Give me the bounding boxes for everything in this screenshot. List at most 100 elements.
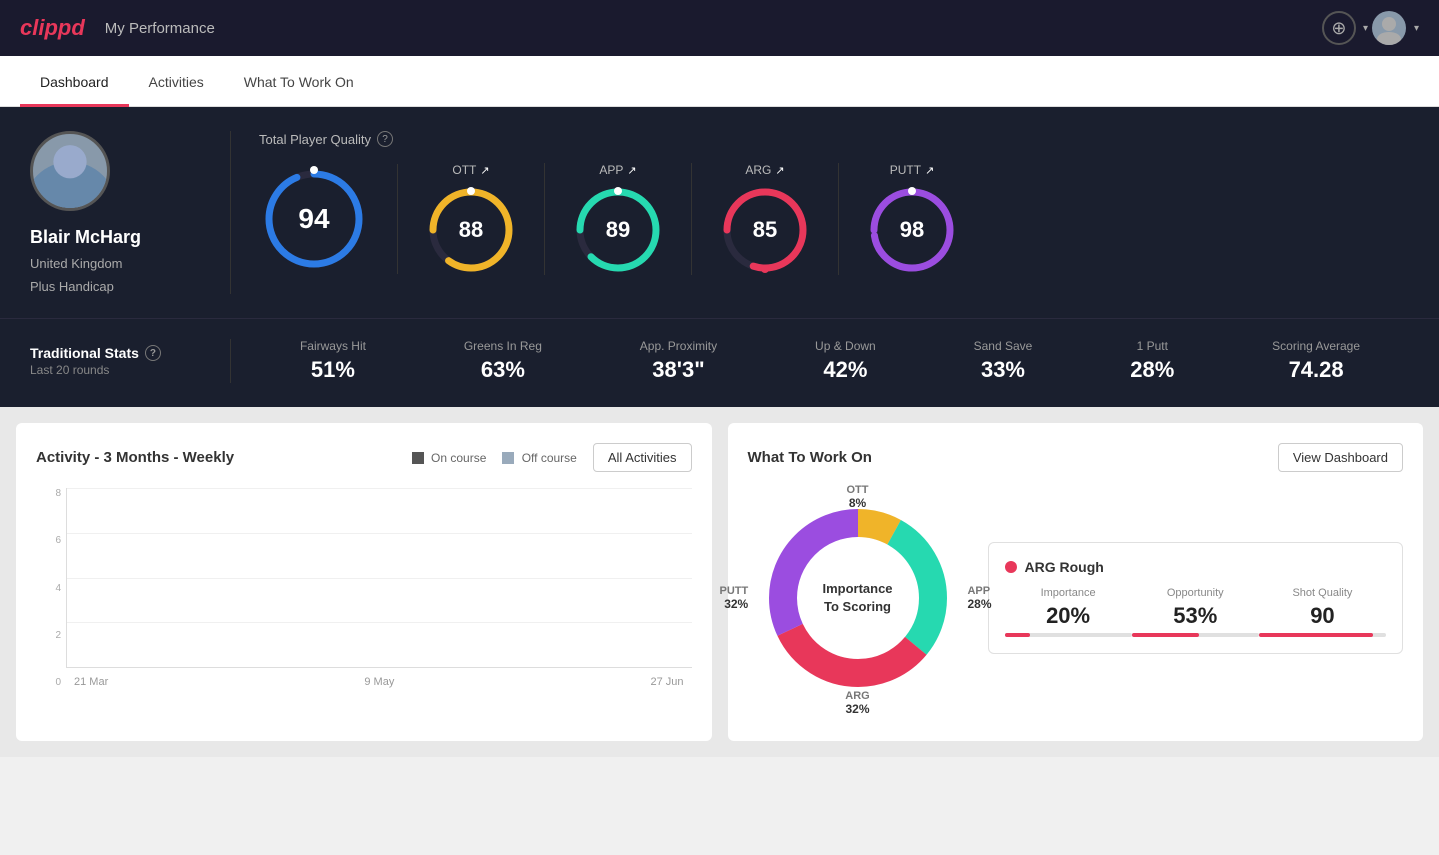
app-trend-icon: ↗ <box>627 164 636 177</box>
user-menu[interactable]: ▾ <box>1372 11 1419 45</box>
header-title: My Performance <box>105 20 215 37</box>
chart-x-labels: 21 Mar 9 May 27 Jun <box>66 676 692 688</box>
grid-line-6 <box>67 533 692 534</box>
app-value: 89 <box>606 217 630 243</box>
trad-stats-label: Traditional Stats ? Last 20 rounds <box>30 345 230 377</box>
arg-value: 85 <box>753 217 777 243</box>
putt-value: 98 <box>900 217 924 243</box>
app-donut-label: APP 28% <box>967 585 991 611</box>
arg-dot <box>761 265 769 273</box>
stat-updown: Up & Down 42% <box>815 339 876 383</box>
header-right: ⊕ ▾ <box>1322 11 1419 45</box>
player-name: Blair McHarg <box>30 227 141 248</box>
legend-offcourse-swatch <box>502 452 514 464</box>
trad-period: Last 20 rounds <box>30 363 230 377</box>
logo: clippd <box>20 15 85 41</box>
add-button[interactable]: ⊕ <box>1322 11 1356 45</box>
work-on-content: Importance To Scoring OTT 8% APP 28% ARG <box>748 488 1404 708</box>
player-info: Blair McHarg United Kingdom Plus Handica… <box>30 131 230 294</box>
donut-chart: Importance To Scoring OTT 8% APP 28% ARG <box>748 488 968 708</box>
tab-what-to-work-on[interactable]: What To Work On <box>224 56 374 107</box>
chart-inner: 0 2 4 6 8 21 Mar <box>36 488 692 688</box>
header-left: clippd My Performance <box>20 15 215 41</box>
arg-donut-label: ARG 32% <box>845 690 869 716</box>
work-stat-opportunity: Opportunity 53% <box>1132 587 1259 637</box>
arg-circle: 85 <box>720 185 810 275</box>
shotquality-bar-fill <box>1259 633 1373 637</box>
grid-line-8 <box>67 488 692 489</box>
arg-label: ARG ↗ <box>745 163 784 177</box>
stat-fairways: Fairways Hit 51% <box>300 339 366 383</box>
tabs-bar: Dashboard Activities What To Work On <box>0 56 1439 107</box>
activity-legend: On course Off course <box>412 451 577 465</box>
grid-line-4 <box>67 578 692 579</box>
ott-donut-label: OTT 8% <box>847 484 869 510</box>
work-detail-card: ARG Rough Importance 20% Opportunity 53% <box>988 542 1404 654</box>
arg-score-card: ARG ↗ 85 <box>692 163 839 275</box>
work-stat-importance: Importance 20% <box>1005 587 1132 637</box>
work-stat-shotquality: Shot Quality 90 <box>1259 587 1386 637</box>
ott-trend-icon: ↗ <box>480 164 489 177</box>
stat-greens: Greens In Reg 63% <box>464 339 542 383</box>
trad-help-icon[interactable]: ? <box>145 345 161 361</box>
work-on-header: What To Work On View Dashboard <box>748 443 1404 472</box>
putt-donut-label: PUTT 32% <box>720 585 749 611</box>
activity-panel: Activity - 3 Months - Weekly On course O… <box>16 423 712 741</box>
activity-title: Activity - 3 Months - Weekly <box>36 449 234 466</box>
work-dot <box>1005 561 1017 573</box>
donut-center-text: Importance To Scoring <box>822 580 892 616</box>
header: clippd My Performance ⊕ ▾ <box>0 0 1439 56</box>
stat-sandsave: Sand Save 33% <box>974 339 1033 383</box>
arg-trend-icon: ↗ <box>775 164 784 177</box>
score-cards: 94 OTT ↗ 88 <box>259 163 1409 275</box>
work-card-title: ARG Rough <box>1005 559 1387 575</box>
tab-dashboard[interactable]: Dashboard <box>20 56 129 107</box>
work-on-title: What To Work On <box>748 449 872 466</box>
stat-items: Fairways Hit 51% Greens In Reg 63% App. … <box>230 339 1409 383</box>
tpq-score-card: 94 <box>259 164 398 274</box>
ott-dot <box>467 187 475 195</box>
chart-y-labels: 0 2 4 6 8 <box>36 488 61 688</box>
view-dashboard-button[interactable]: View Dashboard <box>1278 443 1403 472</box>
tpq-help-icon[interactable]: ? <box>377 131 393 147</box>
avatar <box>1372 11 1406 45</box>
importance-bar-fill <box>1005 633 1030 637</box>
putt-trend-icon: ↗ <box>925 164 934 177</box>
app-label: APP ↗ <box>599 163 636 177</box>
shotquality-bar-bg <box>1259 633 1386 637</box>
stat-oneputt: 1 Putt 28% <box>1130 339 1174 383</box>
work-on-panel: What To Work On View Dashboard <box>728 423 1424 741</box>
tpq-value: 94 <box>298 203 329 235</box>
tpq-circle: 94 <box>259 164 369 274</box>
chevron-down-icon: ▾ <box>1414 23 1419 34</box>
putt-score-card: PUTT ↗ 98 <box>839 163 985 275</box>
ott-score-card: OTT ↗ 88 <box>398 163 545 275</box>
app-score-card: APP ↗ 89 <box>545 163 692 275</box>
bar-chart: 0 2 4 6 8 21 Mar <box>36 488 692 708</box>
grid-line-2 <box>67 622 692 623</box>
plus-icon: ⊕ <box>1331 18 1346 39</box>
importance-bar-bg <box>1005 633 1132 637</box>
chart-frame <box>66 488 692 668</box>
legend-oncourse-swatch <box>412 452 424 464</box>
bottom-panels: Activity - 3 Months - Weekly On course O… <box>0 407 1439 757</box>
stat-proximity: App. Proximity 38'3" <box>640 339 717 383</box>
activity-controls: On course Off course All Activities <box>412 443 692 472</box>
player-avatar <box>30 131 110 211</box>
stat-scoring: Scoring Average 74.28 <box>1272 339 1360 383</box>
tpq-label: Total Player Quality ? <box>259 131 1409 147</box>
hero-section: Blair McHarg United Kingdom Plus Handica… <box>0 107 1439 318</box>
putt-label: PUTT ↗ <box>890 163 935 177</box>
player-country: United Kingdom <box>30 256 123 271</box>
opportunity-bar-bg <box>1132 633 1259 637</box>
putt-circle: 98 <box>867 185 957 275</box>
stats-bar: Traditional Stats ? Last 20 rounds Fairw… <box>0 318 1439 407</box>
all-activities-button[interactable]: All Activities <box>593 443 692 472</box>
ott-value: 88 <box>459 217 483 243</box>
ott-circle: 88 <box>426 185 516 275</box>
scores-section: Total Player Quality ? 94 <box>230 131 1409 294</box>
player-handicap: Plus Handicap <box>30 279 114 294</box>
putt-dot <box>908 187 916 195</box>
tab-activities[interactable]: Activities <box>129 56 224 107</box>
ott-label: OTT ↗ <box>452 163 489 177</box>
